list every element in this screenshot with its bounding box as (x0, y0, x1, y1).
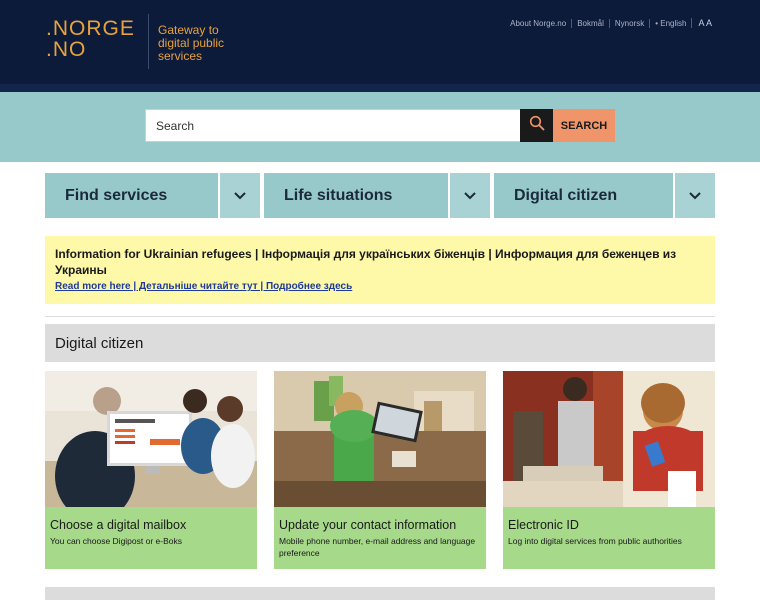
card-description: You can choose Digipost or e-Boks (50, 536, 182, 546)
english-link[interactable]: • English (649, 18, 691, 28)
refugee-notice: Information for Ukrainian refugees | Інф… (45, 236, 715, 304)
header-divider (0, 84, 760, 92)
card-title: Update your contact information (279, 518, 457, 532)
bokmal-link[interactable]: Bokmål (571, 18, 609, 28)
chevron-down-icon[interactable] (673, 173, 715, 218)
search-icon-button[interactable] (520, 109, 553, 142)
card-image (503, 371, 715, 507)
card-title: Choose a digital mailbox (50, 518, 187, 532)
tab-label: Life situations (284, 186, 393, 204)
card-description: Mobile phone number, e-mail address and … (279, 536, 476, 558)
site-tagline: Gateway to digital public services (158, 23, 225, 63)
logo-line-2: .NO (46, 38, 87, 61)
divider (45, 316, 715, 317)
next-section-header (45, 587, 715, 600)
card-title: Electronic ID (508, 518, 579, 532)
search-icon (529, 115, 545, 136)
chevron-down-icon[interactable] (448, 173, 490, 218)
chevron-down-icon[interactable] (218, 173, 260, 218)
top-navigation: About Norge.no Bokmål Nynorsk • English … (505, 18, 712, 28)
tab-find-services[interactable]: Find services (45, 173, 260, 218)
font-size-toggle[interactable]: A A (691, 18, 712, 28)
logo-divider (148, 14, 149, 69)
site-logo[interactable]: .NORGE .NO (46, 18, 135, 60)
about-link[interactable]: About Norge.no (505, 19, 571, 28)
tab-digital-citizen[interactable]: Digital citizen (494, 173, 715, 218)
search-button[interactable]: SEARCH (553, 109, 615, 142)
card-digital-mailbox[interactable]: Choose a digital mailbox You can choose … (45, 371, 257, 569)
tab-label: Find services (65, 186, 168, 204)
card-image (45, 371, 257, 507)
search-input[interactable] (145, 109, 521, 142)
notice-read-more-link[interactable]: Read more here | Детальніше читайте тут … (55, 281, 705, 292)
card-image (274, 371, 486, 507)
notice-title: Information for Ukrainian refugees | Інф… (55, 247, 677, 277)
logo-line-1: .NORGE (46, 17, 135, 40)
card-description: Log into digital services from public au… (508, 536, 682, 546)
nynorsk-link[interactable]: Nynorsk (608, 18, 649, 28)
card-contact-info[interactable]: Update your contact information Mobile p… (274, 371, 486, 569)
card-electronic-id[interactable]: Electronic ID Log into digital services … (503, 371, 715, 569)
tab-label: Digital citizen (514, 186, 618, 204)
section-title: Digital citizen (45, 324, 715, 362)
tab-life-situations[interactable]: Life situations (264, 173, 490, 218)
